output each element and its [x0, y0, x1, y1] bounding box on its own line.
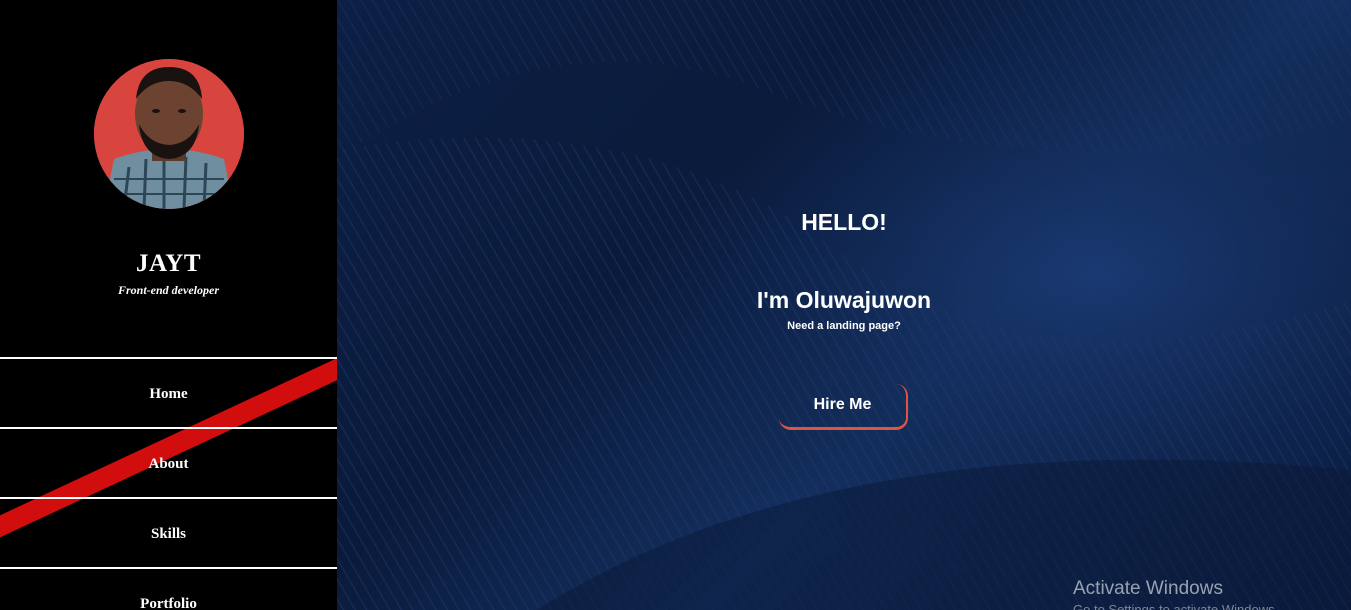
brand-name: JAYT — [136, 250, 201, 277]
brand-role: Front-end developer — [118, 283, 219, 297]
hire-me-button[interactable]: Hire Me — [779, 384, 908, 430]
hero-tagline: Need a landing page? — [787, 320, 901, 332]
hero-greeting: HELLO! — [801, 209, 887, 235]
sidebar: JAYT Front-end developer Home About Skil… — [0, 0, 337, 610]
hero-section: HELLO! I'm Oluwajuwon Need a landing pag… — [337, 0, 1351, 610]
nav-item-about[interactable]: About — [0, 427, 337, 497]
sidebar-nav: Home About Skills Portfolio — [0, 357, 337, 610]
hero-intro: I'm Oluwajuwon — [756, 287, 932, 313]
nav-item-home[interactable]: Home — [0, 357, 337, 427]
activate-windows-title: Activate Windows — [1073, 578, 1223, 599]
nav-item-skills[interactable]: Skills — [0, 497, 337, 567]
avatar — [94, 59, 244, 209]
nav-item-portfolio[interactable]: Portfolio — [0, 567, 337, 610]
profile-photo — [94, 59, 244, 209]
activate-windows-subtitle: Go to Settings to activate Windows. — [1073, 602, 1279, 610]
